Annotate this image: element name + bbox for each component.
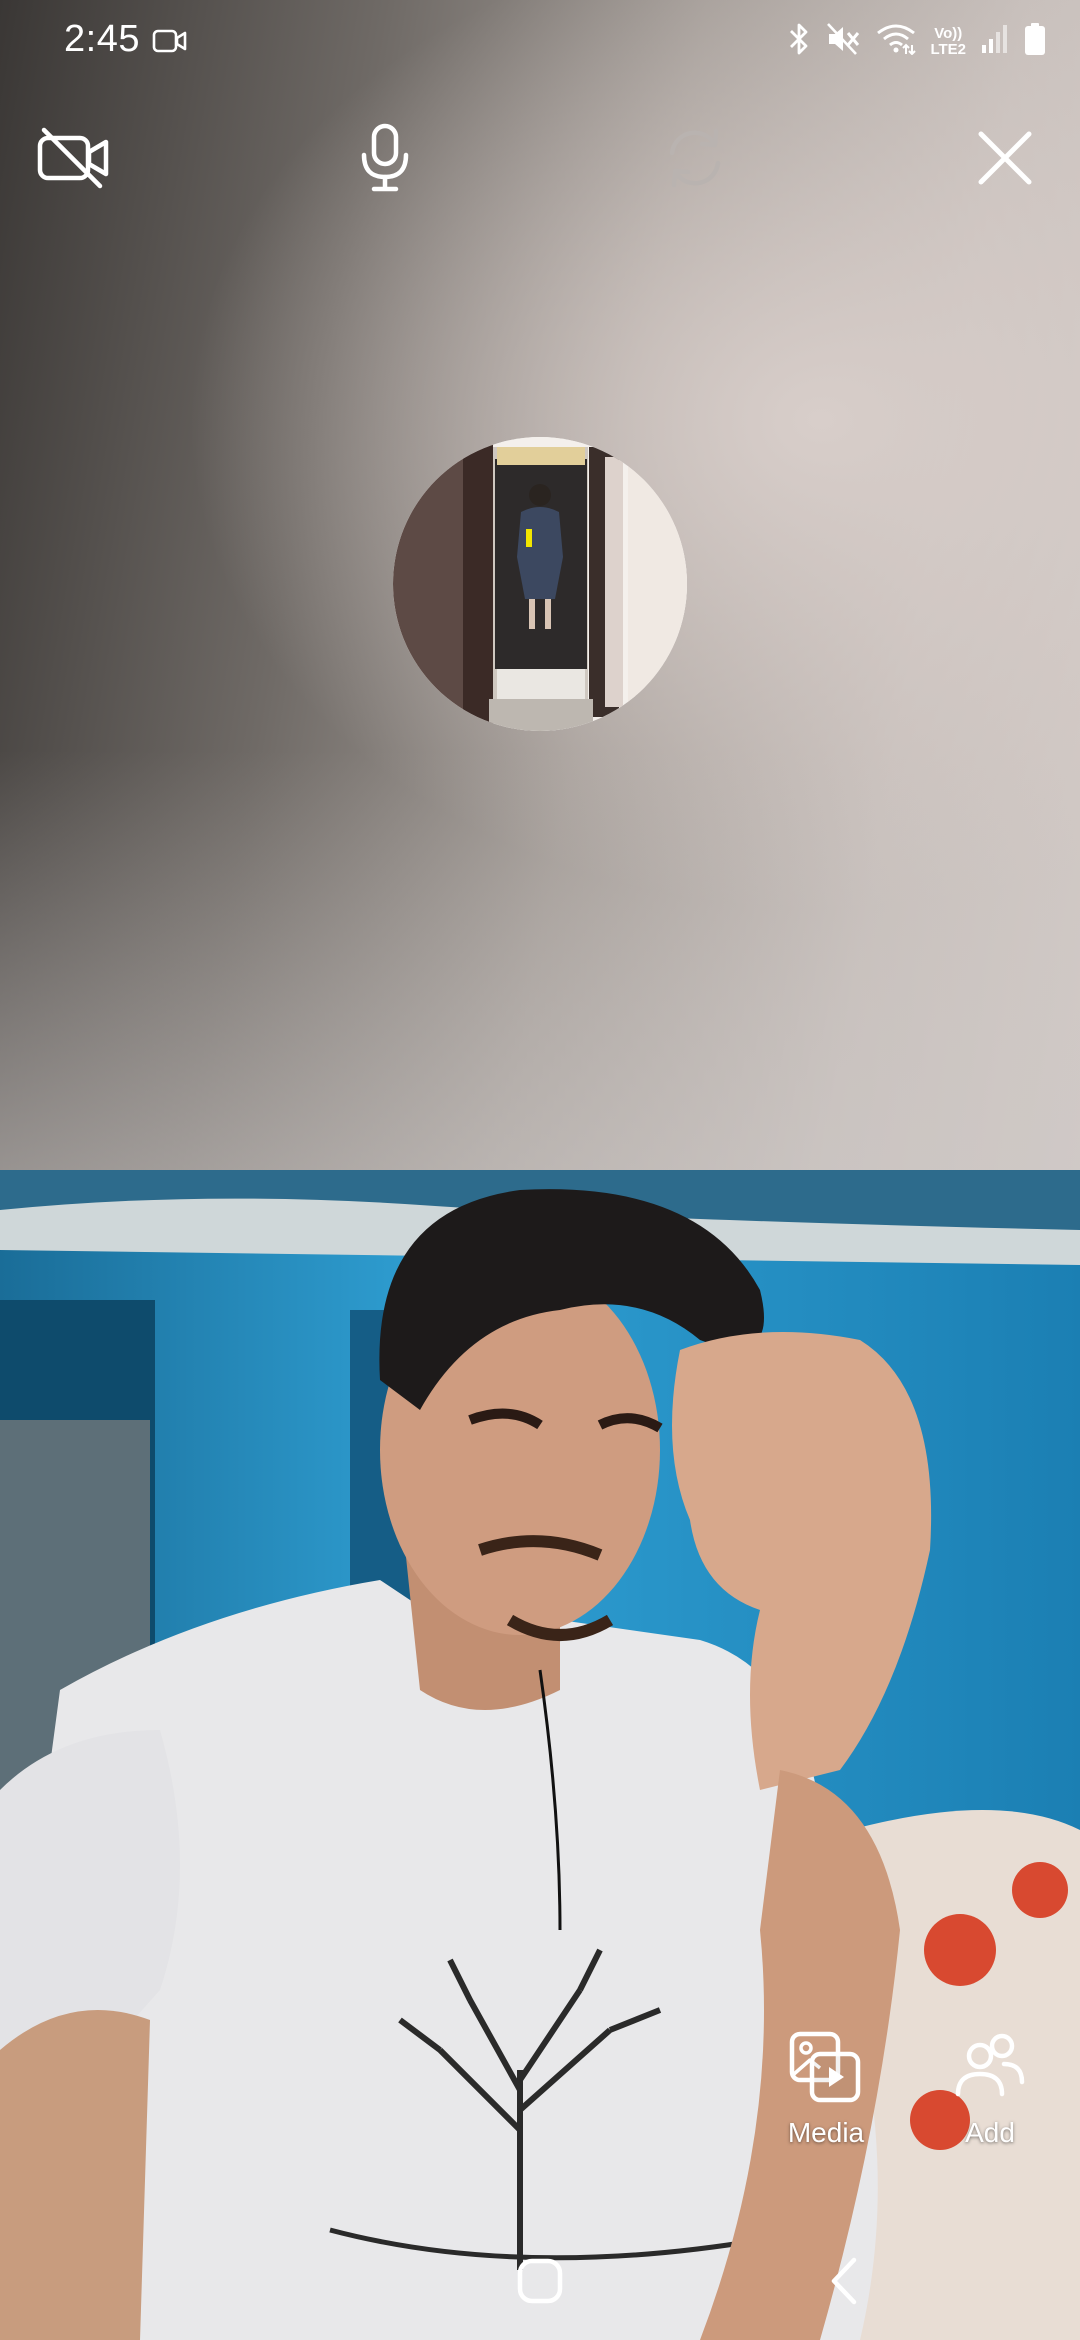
media-button[interactable]: Media	[766, 2030, 886, 2149]
status-time: 2:45	[64, 18, 140, 60]
add-participant-button[interactable]: Add	[930, 2030, 1050, 2149]
signal-icon	[980, 23, 1010, 60]
mute-icon	[826, 22, 862, 61]
volte-icon: Vo)) LTE2	[930, 24, 966, 58]
call-controls	[0, 110, 1080, 210]
self-video-preview	[0, 1170, 1080, 2340]
bluetooth-icon	[786, 22, 812, 61]
navigation-bar	[0, 2240, 1080, 2340]
video-off-icon	[36, 126, 112, 195]
close-icon	[975, 128, 1035, 193]
back-button[interactable]	[820, 2254, 870, 2308]
media-icon	[788, 2031, 864, 2108]
end-call-button[interactable]	[955, 110, 1055, 210]
flip-camera-button[interactable]	[645, 110, 745, 210]
add-people-icon	[952, 2033, 1028, 2108]
home-button[interactable]	[515, 2256, 565, 2306]
contact-avatar	[393, 437, 687, 731]
status-bar: 2:45 Vo)) LTE2	[0, 0, 1080, 84]
video-off-button[interactable]	[24, 110, 124, 210]
status-icons: Vo)) LTE2	[786, 22, 1046, 61]
microphone-icon	[357, 123, 413, 198]
media-label: Media	[787, 2117, 865, 2148]
wifi-icon	[876, 23, 917, 60]
flip-camera-icon	[660, 123, 730, 198]
video-recording-icon	[152, 28, 188, 59]
video-call-screen: 2:45 Vo)) LTE2 Media Add	[0, 0, 1080, 2340]
battery-icon	[1024, 22, 1046, 61]
microphone-button[interactable]	[335, 110, 435, 210]
add-label: Add	[965, 2117, 1015, 2148]
